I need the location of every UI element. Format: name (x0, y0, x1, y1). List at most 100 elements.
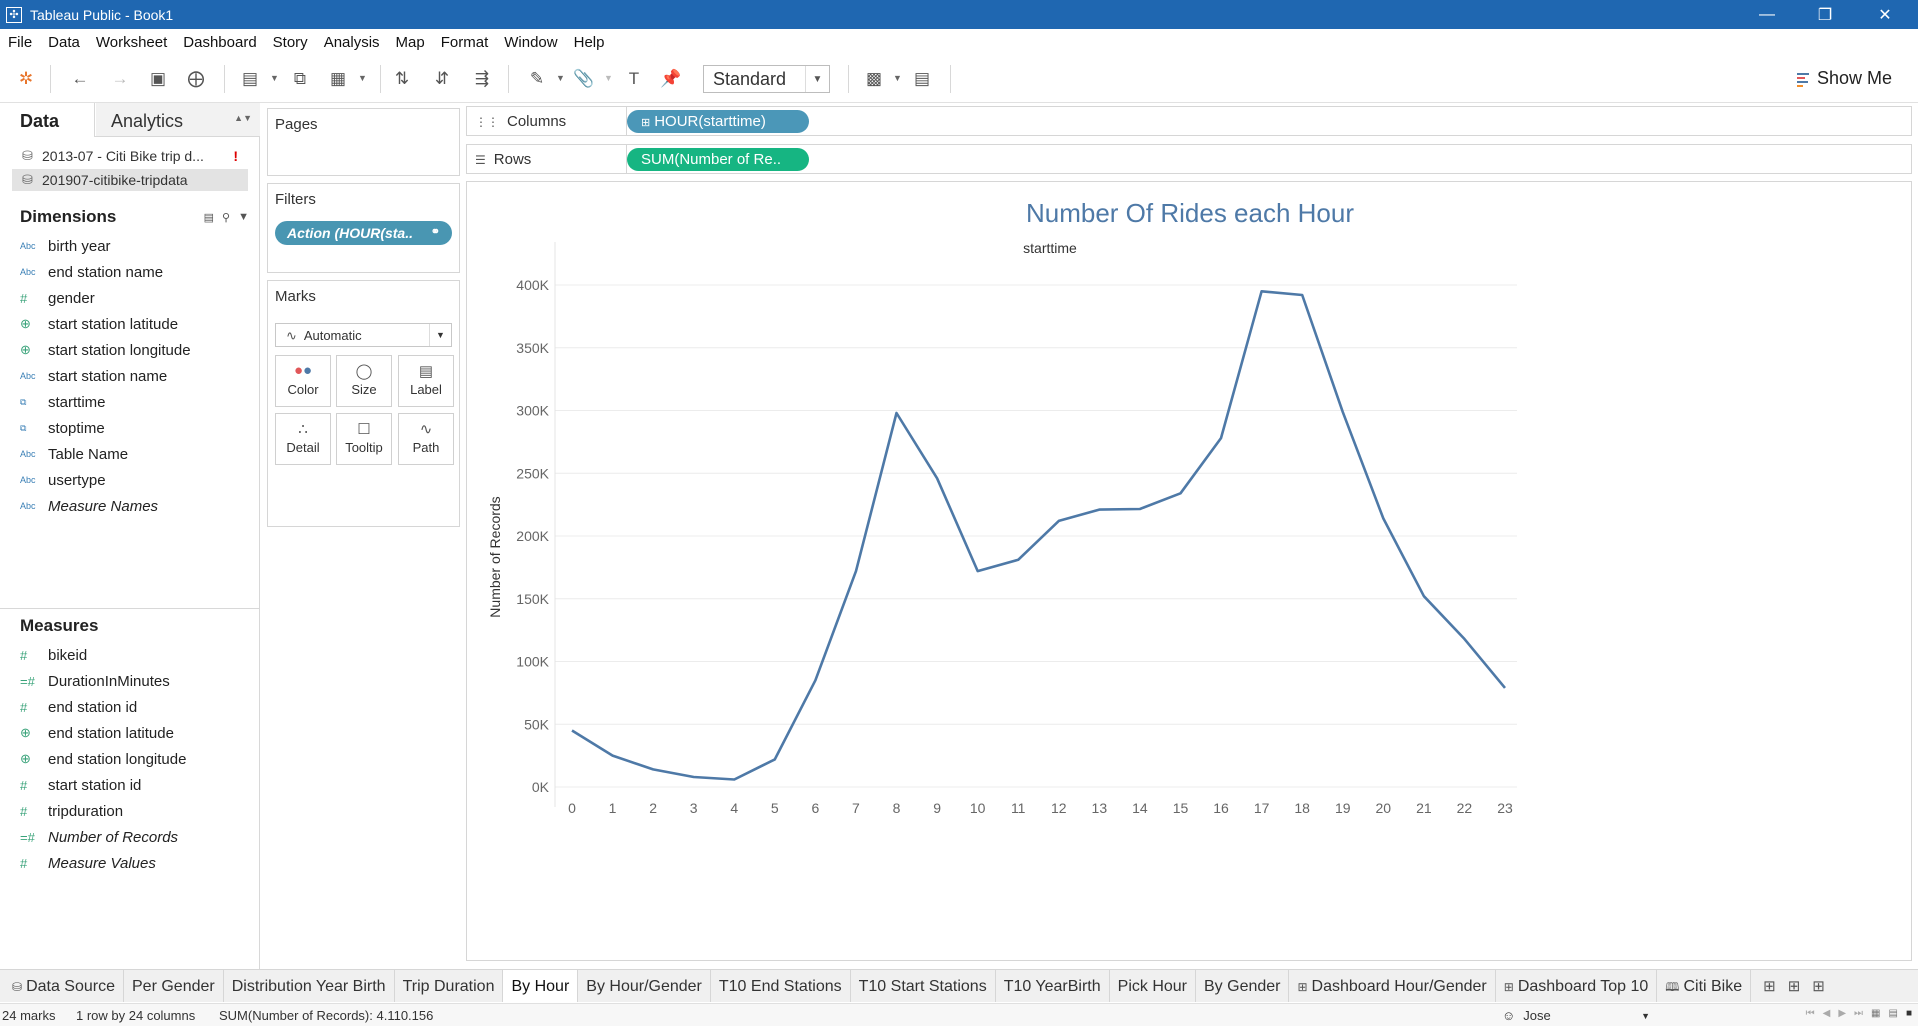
data-point[interactable] (1298, 291, 1306, 299)
field-item[interactable]: # start station id (20, 773, 141, 797)
sort-descending-icon[interactable]: ⇶ (470, 67, 494, 91)
data-point[interactable] (1217, 434, 1225, 442)
mark-label-button[interactable]: ▤ Label (398, 355, 454, 407)
menu-file[interactable]: File (0, 34, 40, 51)
sheet-tab[interactable]: Distribution Year Birth (224, 970, 395, 1002)
sheet-tab[interactable]: By Gender (1196, 970, 1290, 1002)
new-datasource-icon[interactable]: ⨁ (184, 67, 208, 91)
new-worksheet-icon[interactable]: ▤ (238, 67, 262, 91)
menu-worksheet[interactable]: Worksheet (88, 34, 175, 51)
undo-icon[interactable]: ← (68, 67, 92, 91)
minimize-icon[interactable]: — (1738, 0, 1796, 29)
data-point[interactable] (1258, 287, 1266, 295)
chevron-down-icon[interactable]: ▼ (238, 211, 249, 224)
columns-pill-hour-starttime[interactable]: ⊞ HOUR(starttime) (627, 110, 809, 133)
datasource-item[interactable]: ⛁ 2013-07 - Citi Bike trip d... ! (12, 145, 248, 167)
sheet-tab[interactable]: ⊞ Dashboard Top 10 (1496, 970, 1658, 1002)
data-point[interactable] (1420, 592, 1428, 600)
mark-tooltip-button[interactable]: ☐ Tooltip (336, 413, 392, 465)
data-point[interactable] (1136, 505, 1144, 513)
sheet-tab[interactable]: By Hour/Gender (578, 970, 711, 1002)
mark-path-button[interactable]: ∿ Path (398, 413, 454, 465)
data-point[interactable] (690, 773, 698, 781)
fit-select[interactable]: Standard ▼ (703, 65, 830, 93)
data-point[interactable] (771, 755, 779, 763)
menu-analysis[interactable]: Analysis (316, 34, 388, 51)
field-item[interactable]: Abc start station name (20, 364, 167, 388)
pages-card[interactable]: Pages (267, 108, 460, 176)
datasource-item-active[interactable]: ⛁ 201907-citibike-tripdata (12, 169, 248, 191)
user-menu[interactable]: ☺ Jose ▼ (1502, 1006, 1652, 1025)
data-point[interactable] (1339, 408, 1347, 416)
field-item[interactable]: # Measure Values (20, 851, 156, 875)
data-point[interactable] (609, 752, 617, 760)
sort-ascending-icon[interactable]: ⇵ (430, 67, 454, 91)
group-members-icon[interactable]: 📎 (572, 67, 596, 91)
data-point[interactable] (1379, 514, 1387, 522)
data-point[interactable] (1095, 506, 1103, 514)
field-item[interactable]: # gender (20, 286, 95, 310)
filmstrip-icon[interactable]: ▤ (1889, 1008, 1898, 1019)
data-point[interactable] (1176, 489, 1184, 497)
new-dashboard-icon[interactable]: ⊞ (1788, 977, 1801, 995)
sheet-tab[interactable]: T10 End Stations (711, 970, 851, 1002)
sheet-tab[interactable]: By Hour (503, 970, 579, 1002)
mark-color-button[interactable]: ●● Color (275, 355, 331, 407)
first-sheet-icon[interactable]: ⏮ (1806, 1008, 1815, 1019)
menu-help[interactable]: Help (566, 34, 613, 51)
field-item[interactable]: Abc birth year (20, 234, 111, 258)
new-worksheet-icon[interactable]: ⊞ (1763, 977, 1776, 995)
new-story-icon[interactable]: ⊞ (1812, 977, 1825, 995)
field-item[interactable]: ⊕ end station latitude (20, 721, 174, 745)
sheet-tab[interactable]: ⊞ Dashboard Hour/Gender (1289, 970, 1496, 1002)
data-point[interactable] (1460, 635, 1468, 643)
mark-type-select[interactable]: ∿ Automatic ▼ (275, 323, 452, 347)
sheet-tab[interactable]: Per Gender (124, 970, 224, 1002)
field-item[interactable]: # bikeid (20, 643, 87, 667)
tabs-icon[interactable]: ■ (1906, 1008, 1912, 1019)
sheet-tab[interactable]: Pick Hour (1110, 970, 1196, 1002)
menu-story[interactable]: Story (265, 34, 316, 51)
presentation-mode-icon[interactable]: ▤ (910, 67, 934, 91)
field-item[interactable]: # tripduration (20, 799, 123, 823)
save-icon[interactable]: ▣ (146, 67, 170, 91)
field-item[interactable]: ⧉ starttime (20, 390, 106, 414)
data-point[interactable] (974, 567, 982, 575)
field-item[interactable]: # end station id (20, 695, 137, 719)
next-sheet-icon[interactable]: ▶ (1838, 1008, 1846, 1019)
menu-window[interactable]: Window (496, 34, 565, 51)
swap-rows-columns-icon[interactable]: ⇅ (390, 67, 414, 91)
show-cards-icon[interactable]: ▩ (862, 67, 886, 91)
line-chart[interactable]: 0K50K100K150K200K250K300K350K400K0 1 2 3 4 5 6… (467, 182, 1913, 962)
duplicate-sheet-icon[interactable]: ⧉ (288, 67, 312, 91)
mark-detail-button[interactable]: ∴ Detail (275, 413, 331, 465)
last-sheet-icon[interactable]: ⏭ (1854, 1008, 1863, 1019)
data-point[interactable] (1055, 517, 1063, 525)
columns-shelf[interactable]: ⋮⋮ Columns ⊞ HOUR(starttime) (466, 106, 1912, 136)
view-list-icon[interactable]: ▤ (204, 211, 214, 224)
mark-size-button[interactable]: ◯ Size (336, 355, 392, 407)
data-point[interactable] (852, 567, 860, 575)
field-item[interactable]: Abc Measure Names (20, 494, 158, 518)
tableau-logo-icon[interactable]: ✲ (14, 67, 38, 91)
data-point[interactable] (730, 775, 738, 783)
tab-analytics[interactable]: Analytics ▲▼ (96, 103, 260, 136)
field-item[interactable]: Abc usertype (20, 468, 106, 492)
menu-data[interactable]: Data (40, 34, 88, 51)
data-point[interactable] (1014, 556, 1022, 564)
sheet-tab[interactable]: ⛁ Data Source (4, 970, 124, 1002)
data-point[interactable] (568, 727, 576, 735)
show-mark-labels-icon[interactable]: T (622, 67, 646, 91)
close-icon[interactable]: ✕ (1856, 0, 1914, 29)
field-item[interactable]: ⧉ stoptime (20, 416, 105, 440)
filters-card[interactable]: Filters Action (HOUR(sta.. ⚭ (267, 183, 460, 273)
rows-shelf[interactable]: ☰ Rows SUM(Number of Re.. (466, 144, 1912, 174)
field-item[interactable]: ⊕ end station longitude (20, 747, 186, 771)
prev-sheet-icon[interactable]: ◀ (1823, 1008, 1831, 1019)
search-icon[interactable]: ⚲ (222, 211, 230, 224)
menu-format[interactable]: Format (433, 34, 497, 51)
data-point[interactable] (1501, 684, 1509, 692)
series-line[interactable] (571, 290, 1507, 781)
restore-icon[interactable]: ❐ (1796, 0, 1854, 29)
sheet-tab[interactable]: T10 Start Stations (851, 970, 996, 1002)
